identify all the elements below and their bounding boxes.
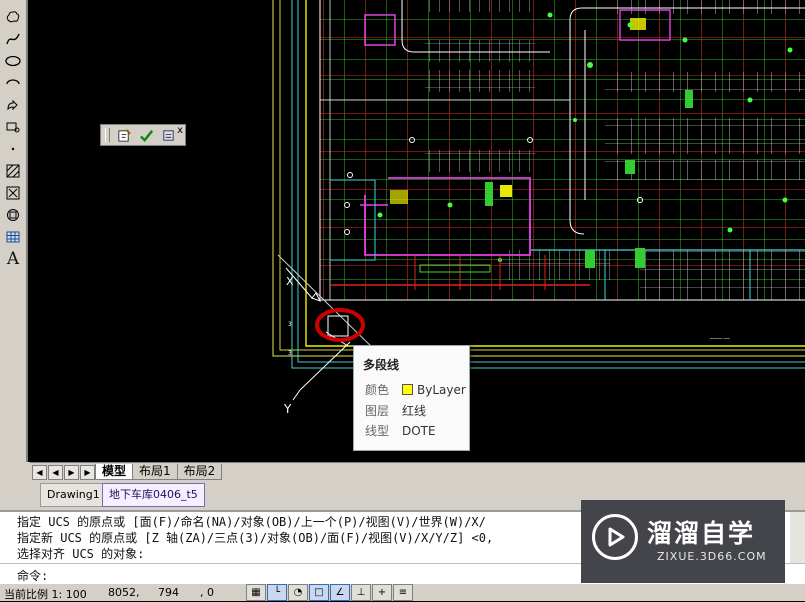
tooltip-value: 红线 — [402, 404, 427, 418]
tab-nav: ◀ ◀ ▶ ▶ — [32, 464, 96, 480]
tab-layout1[interactable]: 布局1 — [132, 464, 178, 480]
tooltip-row-color: 颜色 ByLayer — [365, 381, 466, 398]
mtext-icon[interactable]: A — [3, 249, 23, 269]
coord-x: 8052, — [108, 586, 140, 599]
make-block-icon[interactable] — [3, 118, 23, 136]
tooltip-row-linetype: 线型 DOTE — [365, 422, 436, 439]
otrack-toggle-icon[interactable]: ∠ — [330, 584, 350, 601]
drafting-toggles: ▦ └ ◔ □ ∠ ⊥ + ≡ — [246, 584, 414, 601]
layer-icon[interactable] — [160, 127, 176, 143]
margin-digit: 3 — [288, 321, 292, 328]
tooltip-label: 线型 — [365, 424, 390, 438]
quick-properties-tooltip: 多段线 颜色 ByLayer 图层 红线 线型 DOTE — [353, 345, 470, 451]
ucs-y-label: Y — [283, 402, 292, 416]
tooltip-label: 颜色 — [365, 383, 390, 397]
watermark: 溜溜自学 ZIXUE.3D66.COM — [581, 500, 785, 584]
lineweight-toggle-icon[interactable]: ≡ — [393, 584, 413, 601]
gradient-icon[interactable] — [3, 184, 23, 202]
command-history-line: 指定新 UCS 的原点或 [Z 轴(ZA)/三点(3)/对象(OB)/面(F)/… — [17, 531, 494, 545]
draw-toolbar: A — [0, 0, 28, 462]
tooltip-row-layer: 图层 红线 — [365, 402, 426, 419]
status-bar: 当前比例 1: 100 8052, 794 , 0 ▦ └ ◔ □ ∠ ⊥ + … — [0, 583, 805, 601]
tooltip-value: ByLayer — [417, 382, 466, 397]
tab-layout2[interactable]: 布局2 — [176, 464, 223, 480]
prev-tab-icon[interactable]: ◀ — [48, 464, 63, 480]
point-icon[interactable] — [3, 140, 23, 158]
tooltip-label: 图层 — [365, 404, 390, 418]
revcloud-icon[interactable] — [3, 8, 23, 26]
margin-digit-2: 3 — [288, 350, 292, 357]
play-logo-icon — [592, 514, 638, 560]
command-history-line: 选择对齐 UCS 的对象: — [17, 547, 145, 561]
grid-toggle-icon[interactable]: ▦ — [246, 584, 266, 601]
spline-icon[interactable] — [3, 30, 23, 48]
ducs-toggle-icon[interactable]: ⊥ — [351, 584, 371, 601]
tab-model[interactable]: 模型 — [95, 464, 134, 480]
coord-y: 794 — [158, 586, 179, 599]
table-icon[interactable] — [3, 228, 23, 246]
toolbar-grip[interactable] — [105, 128, 110, 142]
layout-tab-bar: ◀ ◀ ▶ ▶ 模型 布局1 布局2 — [30, 462, 805, 481]
region-icon[interactable] — [3, 206, 23, 224]
svg-text:──── ──: ──── ── — [709, 336, 731, 342]
file-tab-active[interactable]: 地下车库0406_t5 — [102, 483, 205, 507]
next-tab-icon[interactable]: ▶ — [64, 464, 79, 480]
dyn-toggle-icon[interactable]: + — [372, 584, 392, 601]
osnap-toggle-icon[interactable]: □ — [309, 584, 329, 601]
tooltip-value: DOTE — [402, 423, 436, 438]
ortho-toggle-icon[interactable]: └ — [267, 584, 287, 601]
edit-icon[interactable] — [116, 127, 132, 143]
command-history-line: 指定 UCS 的原点或 [面(F)/命名(NA)/对象(OB)/上一个(P)/视… — [17, 515, 486, 529]
watermark-url: ZIXUE.3D66.COM — [657, 550, 767, 563]
ucs-x-label: X — [286, 275, 294, 288]
polar-toggle-icon[interactable]: ◔ — [288, 584, 308, 601]
floating-toolbar: x — [100, 124, 186, 146]
command-scrollbar[interactable] — [790, 512, 805, 563]
ellipse-icon[interactable] — [3, 52, 23, 70]
tooltip-title: 多段线 — [363, 358, 400, 372]
file-tab-drawing1[interactable]: Drawing1 — [40, 483, 107, 507]
insert-block-icon[interactable] — [3, 96, 23, 114]
ellipse-arc-icon[interactable] — [3, 74, 23, 92]
first-tab-icon[interactable]: ◀ — [32, 464, 47, 480]
hatch-icon[interactable] — [3, 162, 23, 180]
color-swatch — [402, 384, 413, 395]
close-icon[interactable]: x — [177, 125, 183, 136]
command-prompt: 命令: — [17, 569, 49, 583]
coord-z: , 0 — [200, 586, 214, 599]
watermark-title: 溜溜自学 — [647, 519, 756, 548]
last-tab-icon[interactable]: ▶ — [80, 464, 95, 480]
check-icon[interactable] — [138, 127, 154, 143]
